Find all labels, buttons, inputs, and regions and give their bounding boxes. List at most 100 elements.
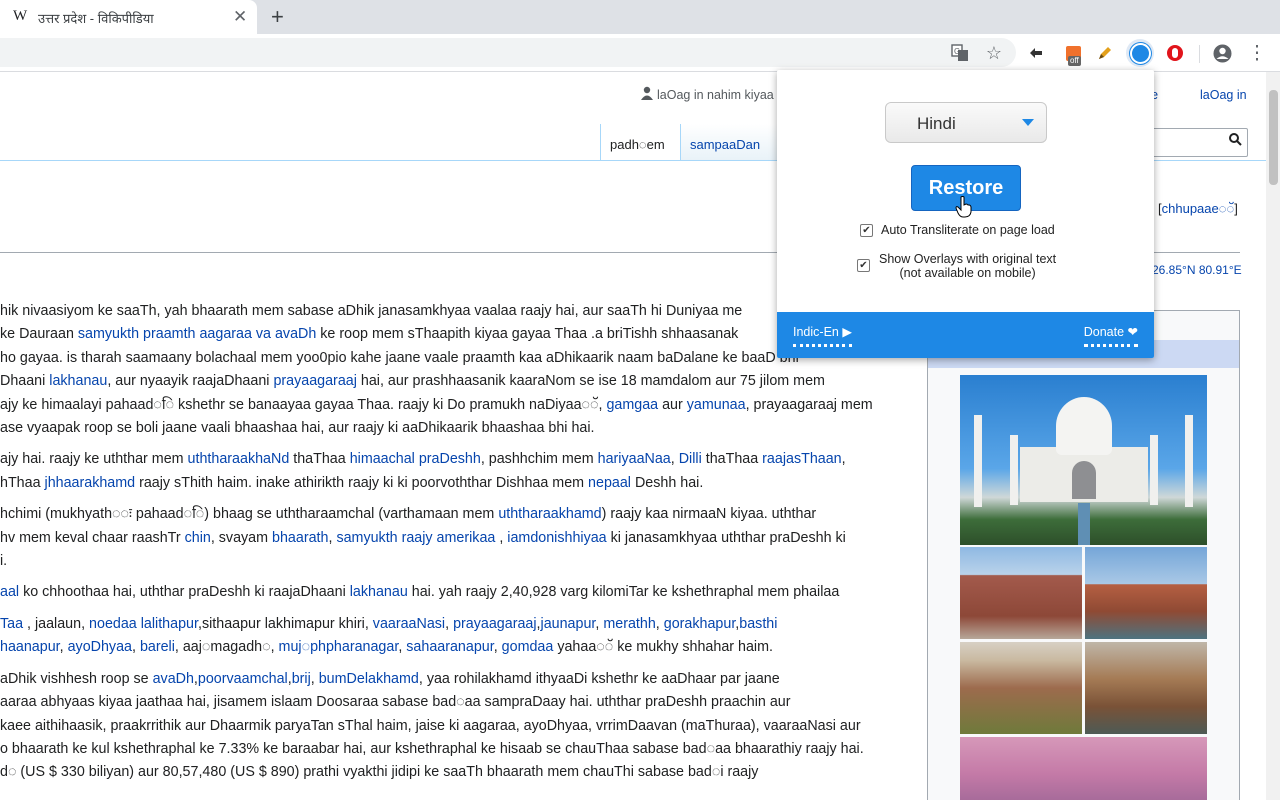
profile-icon[interactable] [1210, 41, 1234, 65]
translate-icon[interactable]: G [948, 41, 972, 65]
tab-read-label: padh◌em [610, 137, 665, 152]
close-tab-icon[interactable]: ✕ [233, 7, 247, 27]
varanasi-ghat-image[interactable] [1085, 642, 1207, 734]
fatehpur-sikri-image[interactable] [1085, 547, 1207, 639]
article-link[interactable]: uththaraakhaNd [188, 451, 290, 467]
indic-transliterate-icon[interactable] [1126, 39, 1154, 67]
user-icon [641, 86, 653, 103]
article-line: aaraa abhyaas kiyaa jaathaa hai, jisamem… [0, 691, 918, 714]
ruins-image[interactable] [960, 642, 1082, 734]
article-text: ke Dauraan [0, 326, 78, 343]
article-link[interactable]: lakhanau [49, 373, 107, 389]
article-link[interactable]: poorvaamchal [198, 671, 288, 687]
opera-icon[interactable] [1163, 41, 1187, 65]
article-link[interactable]: ayoDhyaa [68, 639, 132, 655]
extension-off-icon[interactable]: off [1061, 41, 1085, 66]
article-link[interactable]: avaDh [153, 671, 194, 687]
article-link[interactable]: bareli [140, 639, 175, 655]
coordinates-link[interactable]: 26.85°N 80.91°E [1152, 263, 1242, 277]
article-text: yahaa◌ॅ ke mukhy shhahar haim. [553, 639, 773, 656]
article-link[interactable]: jaunapur [541, 616, 596, 632]
article-link[interactable]: prayaagaraaj [453, 616, 536, 632]
pencil-icon[interactable] [1093, 41, 1117, 65]
tab-edit[interactable]: sampaaDan [680, 124, 779, 161]
indic-en-link[interactable]: Indic-En ▶ [793, 324, 852, 347]
article-link[interactable]: nepaal [588, 475, 631, 491]
article-link[interactable]: bumDelakhamd [319, 671, 419, 687]
article-link[interactable]: merathh [603, 616, 655, 632]
hide-toggle[interactable]: [chhupaae◌ॅ] [1158, 199, 1238, 217]
article-text: thaThaa [289, 451, 350, 468]
article-body: hik nivaasiyom ke saaTh, yah bhaarath me… [0, 300, 918, 793]
article-text: aaraa abhyaas kiyaa jaathaa hai, jisamem… [0, 694, 791, 711]
article-link[interactable]: himaachal praDeshh [350, 451, 481, 467]
article-link[interactable]: yamunaa [687, 397, 746, 413]
browser-menu-icon[interactable]: ⋮ [1245, 41, 1269, 65]
article-link[interactable]: raajasThaan [762, 451, 841, 467]
show-overlays-checkbox[interactable]: ✔ [857, 259, 870, 272]
article-text: aur [658, 396, 687, 413]
article-link[interactable]: basthi [739, 616, 777, 632]
article-link[interactable]: gorakhapur [664, 616, 736, 632]
article-link[interactable]: gamgaa [606, 397, 658, 413]
hide-link[interactable]: chhupaae◌ॅ [1162, 201, 1235, 216]
article-text: ) raajy kaa nirmaaN kiyaa. uththar [601, 506, 817, 523]
article-text: , yaa rohilakhamd ithyaaDi kshethr ke aa… [418, 670, 780, 687]
search-input[interactable] [1150, 128, 1248, 157]
bridge-image[interactable] [960, 737, 1207, 800]
article-text: ki janasamkhyaa uththar praDeshh ki [606, 529, 846, 546]
popup-footer: Indic-En ▶ Donate ❤ [777, 312, 1154, 358]
donate-link[interactable]: Donate ❤ [1083, 324, 1138, 347]
article-paragraph: aDhik vishhesh roop se avaDh, poorvaamcha… [0, 668, 918, 785]
article-link[interactable]: sahaaranapur [406, 639, 493, 655]
browser-tab-active[interactable]: W उत्तर प्रदेश - विकिपीडिया ✕ [0, 0, 257, 34]
article-link[interactable]: gomdaa [502, 639, 554, 655]
article-link[interactable]: chin [185, 530, 211, 546]
article-link[interactable]: muj◌phpharanagar [279, 639, 399, 655]
article-link[interactable]: uththaraakhamd [498, 506, 601, 522]
article-link[interactable]: Dilli [679, 451, 702, 467]
red-fort-image[interactable] [960, 547, 1082, 639]
article-link[interactable]: haanapur [0, 639, 60, 655]
article-line: kaee aithihaasik, praakrrithik aur Dhaar… [0, 715, 918, 738]
article-link[interactable]: aal [0, 584, 19, 600]
minaret-inner-right [1150, 435, 1158, 505]
article-line: Dhaani lakhanau, aur nyaayik raajaDhaani… [0, 370, 918, 393]
article-text: , [670, 451, 679, 468]
article-link[interactable]: noedaa lalithapur [89, 616, 198, 632]
article-link[interactable]: bhaarath [272, 530, 328, 546]
article-link[interactable]: Taa [0, 616, 23, 632]
article-link[interactable]: jhhaarakhamd [45, 475, 136, 491]
article-link[interactable]: samyukth raajy amerikaa [336, 530, 495, 546]
article-line: aal ko chhoothaa hai, uththar praDeshh k… [0, 581, 918, 604]
new-tab-button[interactable]: + [271, 4, 284, 30]
tab-title: उत्तर प्रदेश - विकिपीडिया [38, 11, 154, 26]
article-link[interactable]: samyukth praamth aagaraa va avaDh [78, 326, 316, 342]
article-line: Taa , jaalaun, noedaa lalithapur,sithaap… [0, 613, 918, 636]
address-bar[interactable] [0, 38, 1016, 67]
article-link[interactable]: brij [292, 671, 311, 687]
bookmark-star-icon[interactable]: ☆ [982, 41, 1006, 65]
article-link[interactable]: hariyaaNaa [598, 451, 671, 467]
auto-transliterate-checkbox[interactable]: ✔ [860, 224, 873, 237]
login-link[interactable]: laOag in [1200, 88, 1247, 102]
article-text: , aaj◌magadh◌, [174, 639, 279, 656]
language-select[interactable]: Hindi [885, 102, 1047, 143]
taj-mahal-image[interactable] [960, 375, 1207, 545]
extension-arrows-icon[interactable] [1024, 41, 1048, 65]
article-text: hchimi (mukhyath◌ः pahaad◌ि) bhaag se ut… [0, 506, 499, 523]
scrollbar-thumb[interactable] [1269, 90, 1278, 185]
article-text: Deshh hai. [630, 474, 704, 491]
article-link[interactable]: vaaraaNasi [373, 616, 445, 632]
article-text: i. [0, 553, 8, 570]
tab-read[interactable]: padh◌em [600, 124, 681, 161]
show-overlays-label-line2: (not available on mobile) [899, 266, 1036, 280]
article-link[interactable]: lakhanau [350, 584, 408, 600]
page-scrollbar[interactable] [1266, 72, 1280, 800]
article-text: , svayam [210, 529, 273, 546]
article-link[interactable]: iamdonishhiyaa [507, 530, 606, 546]
search-icon[interactable] [1229, 133, 1242, 149]
wikipedia-favicon-icon: W [13, 8, 28, 24]
article-line: hv mem keval chaar raashTr chin, svayam … [0, 527, 918, 550]
article-link[interactable]: prayaagaraaj [273, 373, 356, 389]
